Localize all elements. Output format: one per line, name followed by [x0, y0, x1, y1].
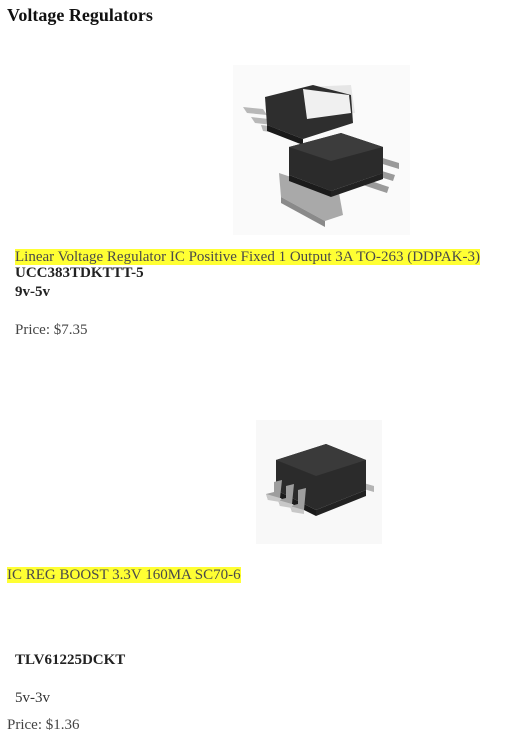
- product-name-link[interactable]: IC REG BOOST 3.3V 160MA SC70-6: [7, 567, 241, 583]
- price-value: $7.35: [53, 322, 88, 338]
- product-name-line: Linear Voltage Regulator IC Positive Fix…: [15, 247, 480, 267]
- price-value: $1.36: [45, 717, 80, 733]
- part-number: TLV61225DCKT: [15, 652, 126, 668]
- page-title: Voltage Regulators: [7, 5, 153, 25]
- ddpak-to263-package-icon[interactable]: [233, 65, 410, 235]
- voltage-range: 5v-3v: [15, 690, 50, 706]
- product-name-line: IC REG BOOST 3.3V 160MA SC70-6: [7, 565, 241, 585]
- part-number: UCC383TDKTTT-5: [15, 265, 144, 281]
- sc70-6-package-icon[interactable]: [256, 420, 382, 544]
- price-label: Price:: [15, 322, 50, 338]
- price: Price: $7.35: [15, 322, 88, 339]
- product-name-link[interactable]: Linear Voltage Regulator IC Positive Fix…: [15, 249, 480, 265]
- voltage-range: 9v-5v: [15, 284, 50, 300]
- price-label: Price:: [7, 717, 42, 733]
- price: Price: $1.36: [7, 717, 80, 734]
